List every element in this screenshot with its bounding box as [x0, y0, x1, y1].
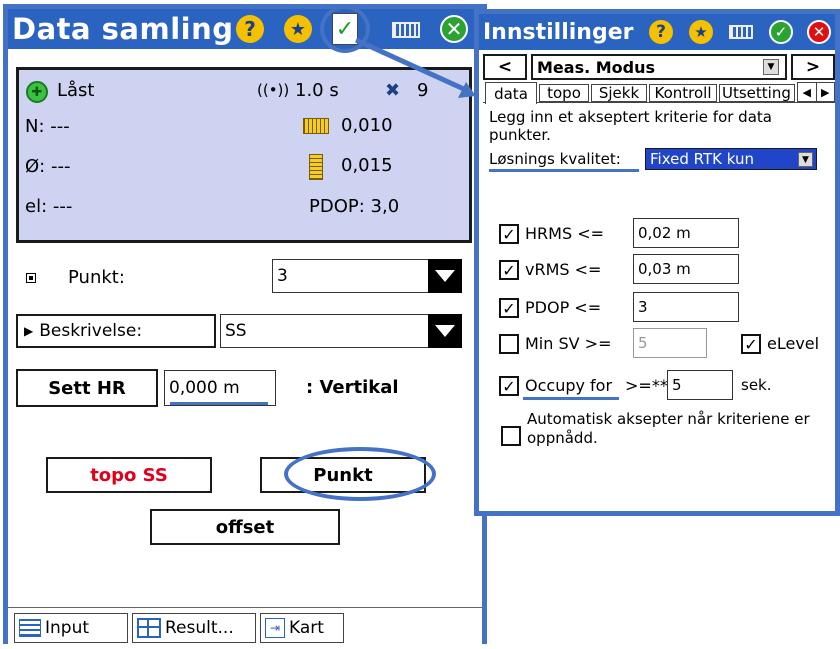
- pdop-input[interactable]: 3: [633, 292, 739, 322]
- quality-label: Løsnings kvalitet:: [489, 150, 621, 168]
- minsv-label: Min SV >=: [525, 334, 612, 353]
- auto-accept-label: Automatisk aksepter når kriteriene er op…: [527, 410, 810, 447]
- tab-topo[interactable]: topo: [539, 84, 589, 102]
- hrms-checkbox[interactable]: ✓: [499, 224, 519, 244]
- tab-data[interactable]: data: [485, 82, 537, 104]
- auto-accept-checkbox[interactable]: [501, 426, 521, 446]
- elevel-label: eLevel: [767, 334, 820, 353]
- measurement-mode-label: Meas. Modus: [537, 57, 656, 77]
- quality-select[interactable]: Fixed RTK kun ▼: [645, 148, 817, 170]
- favorites-star-icon[interactable]: ★: [689, 20, 713, 44]
- occupy-underline: [523, 397, 619, 400]
- tab-utsetting[interactable]: Utsetting: [719, 84, 795, 102]
- elevel-checkbox[interactable]: ✓: [741, 334, 761, 354]
- measurement-mode-select[interactable]: Meas. Modus ▼: [531, 54, 787, 80]
- pdop-checkbox[interactable]: ✓: [499, 298, 519, 318]
- tab-sjekk[interactable]: Sjekk: [591, 84, 647, 102]
- keyboard-icon[interactable]: [729, 25, 753, 39]
- vrms-label: vRMS <=: [525, 260, 602, 279]
- prev-page-button[interactable]: <: [483, 54, 527, 80]
- minsv-checkbox[interactable]: [499, 334, 519, 354]
- quality-value: Fixed RTK kun: [650, 150, 754, 168]
- tab-scroll-arrows[interactable]: ◀ ▶: [797, 82, 835, 102]
- arrow-left-icon[interactable]: ◀: [798, 83, 817, 101]
- innstillinger-window: Innstillinger ? ★ ✓ ✕ < Meas. Modus ▼ > …: [474, 9, 840, 516]
- quality-label-underline: [489, 169, 639, 172]
- help-icon[interactable]: ?: [649, 20, 673, 44]
- occupy-checkbox[interactable]: ✓: [499, 376, 519, 396]
- next-page-button[interactable]: >: [791, 54, 835, 80]
- occupy-input[interactable]: 5: [667, 370, 733, 400]
- occupy-operator: >=**: [625, 376, 668, 395]
- minsv-input[interactable]: 5: [633, 328, 707, 358]
- vrms-checkbox[interactable]: ✓: [499, 260, 519, 280]
- arrow-right-icon[interactable]: ▶: [817, 83, 835, 101]
- chevron-down-icon: ▼: [798, 152, 813, 167]
- hrms-input[interactable]: 0,02 m: [633, 218, 739, 248]
- hrms-label: HRMS <=: [525, 224, 605, 243]
- occupy-label: Occupy for: [525, 376, 613, 395]
- close-icon[interactable]: ✕: [807, 20, 831, 44]
- criteria-description: Legg inn et akseptert kriterie for data …: [489, 108, 772, 144]
- occupy-unit: sek.: [741, 376, 772, 394]
- pdop-label: PDOP <=: [525, 298, 602, 317]
- chevron-down-icon: ▼: [763, 59, 779, 75]
- right-window-title: Innstillinger: [483, 19, 634, 45]
- tab-kontroll[interactable]: Kontroll: [649, 84, 717, 102]
- accept-check-icon[interactable]: ✓: [769, 20, 793, 44]
- vrms-input[interactable]: 0,03 m: [633, 254, 739, 284]
